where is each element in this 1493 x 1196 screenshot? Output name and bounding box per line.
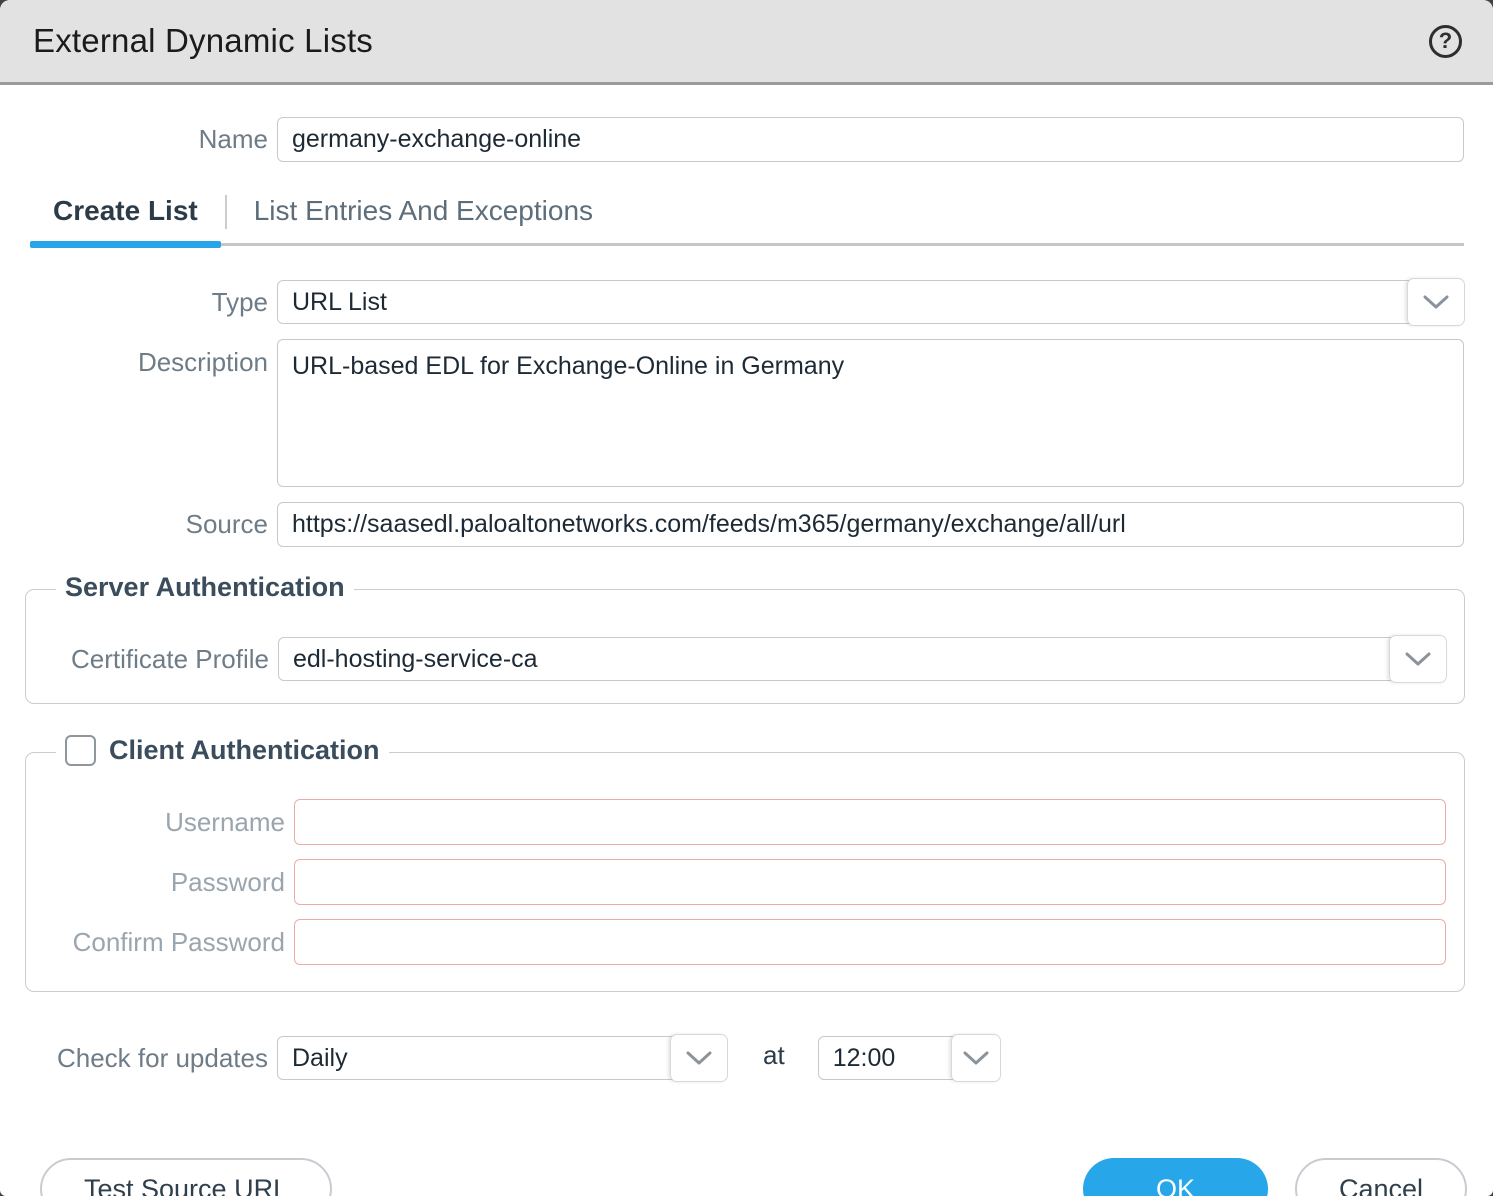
certificate-profile-label: Certificate Profile bbox=[26, 644, 278, 675]
description-label: Description bbox=[0, 339, 277, 378]
password-input[interactable] bbox=[294, 859, 1446, 905]
help-icon[interactable]: ? bbox=[1429, 25, 1462, 58]
server-authentication-legend: Server Authentication bbox=[56, 572, 354, 603]
type-dropdown-value: URL List bbox=[292, 288, 387, 317]
update-time-dropdown[interactable]: 12:00 bbox=[818, 1036, 1000, 1080]
dialog-title: External Dynamic Lists bbox=[33, 22, 373, 60]
client-authentication-legend: Client Authentication bbox=[56, 735, 389, 766]
tab-create-list[interactable]: Create List bbox=[30, 195, 221, 243]
certificate-profile-dropdown[interactable]: edl-hosting-service-ca bbox=[278, 637, 1446, 681]
ok-button[interactable]: OK bbox=[1083, 1158, 1268, 1196]
confirm-password-row: Confirm Password bbox=[26, 919, 1446, 965]
type-label: Type bbox=[0, 287, 277, 318]
client-authentication-section: Client Authentication Username Password … bbox=[25, 752, 1465, 992]
tab-separator bbox=[225, 195, 227, 229]
check-for-updates-row: Check for updates Daily at 12:00 bbox=[0, 1036, 1464, 1080]
source-row: Source bbox=[0, 502, 1464, 547]
username-label: Username bbox=[26, 807, 294, 838]
chevron-down-icon[interactable] bbox=[951, 1034, 1001, 1082]
update-interval-dropdown[interactable]: Daily bbox=[277, 1036, 727, 1080]
server-authentication-section: Server Authentication Certificate Profil… bbox=[25, 589, 1465, 704]
password-row: Password bbox=[26, 859, 1446, 905]
username-row: Username bbox=[26, 799, 1446, 845]
check-for-updates-label: Check for updates bbox=[0, 1043, 277, 1074]
chevron-down-icon[interactable] bbox=[1407, 278, 1465, 326]
chevron-down-icon[interactable] bbox=[670, 1034, 728, 1082]
tab-bar: Create List List Entries And Exceptions bbox=[30, 195, 1464, 246]
certificate-profile-value: edl-hosting-service-ca bbox=[293, 645, 538, 674]
client-authentication-checkbox[interactable] bbox=[65, 735, 96, 766]
type-row: Type URL List bbox=[0, 280, 1464, 324]
name-input[interactable] bbox=[277, 117, 1464, 162]
test-source-url-button[interactable]: Test Source URL bbox=[40, 1158, 332, 1196]
cancel-button[interactable]: Cancel bbox=[1295, 1158, 1467, 1196]
username-input[interactable] bbox=[294, 799, 1446, 845]
update-interval-value: Daily bbox=[292, 1044, 348, 1073]
dialog-footer: Test Source URL OK Cancel bbox=[40, 1158, 1467, 1196]
password-label: Password bbox=[26, 867, 294, 898]
description-textarea[interactable]: URL-based EDL for Exchange-Online in Ger… bbox=[277, 339, 1464, 487]
tab-list-entries-and-exceptions[interactable]: List Entries And Exceptions bbox=[231, 195, 616, 243]
at-label: at bbox=[763, 1040, 785, 1071]
name-row: Name bbox=[0, 117, 1464, 162]
confirm-password-label: Confirm Password bbox=[26, 927, 294, 958]
source-input[interactable] bbox=[277, 502, 1464, 547]
update-time-value: 12:00 bbox=[833, 1044, 896, 1073]
chevron-down-icon[interactable] bbox=[1389, 635, 1447, 683]
type-dropdown[interactable]: URL List bbox=[277, 280, 1464, 324]
source-label: Source bbox=[0, 509, 277, 540]
dialog-header: External Dynamic Lists ? bbox=[0, 0, 1493, 85]
external-dynamic-lists-dialog: External Dynamic Lists ? Name Create Lis… bbox=[0, 0, 1493, 1196]
confirm-password-input[interactable] bbox=[294, 919, 1446, 965]
description-row: Description URL-based EDL for Exchange-O… bbox=[0, 339, 1464, 487]
certificate-profile-row: Certificate Profile edl-hosting-service-… bbox=[26, 637, 1446, 681]
name-label: Name bbox=[0, 124, 277, 155]
